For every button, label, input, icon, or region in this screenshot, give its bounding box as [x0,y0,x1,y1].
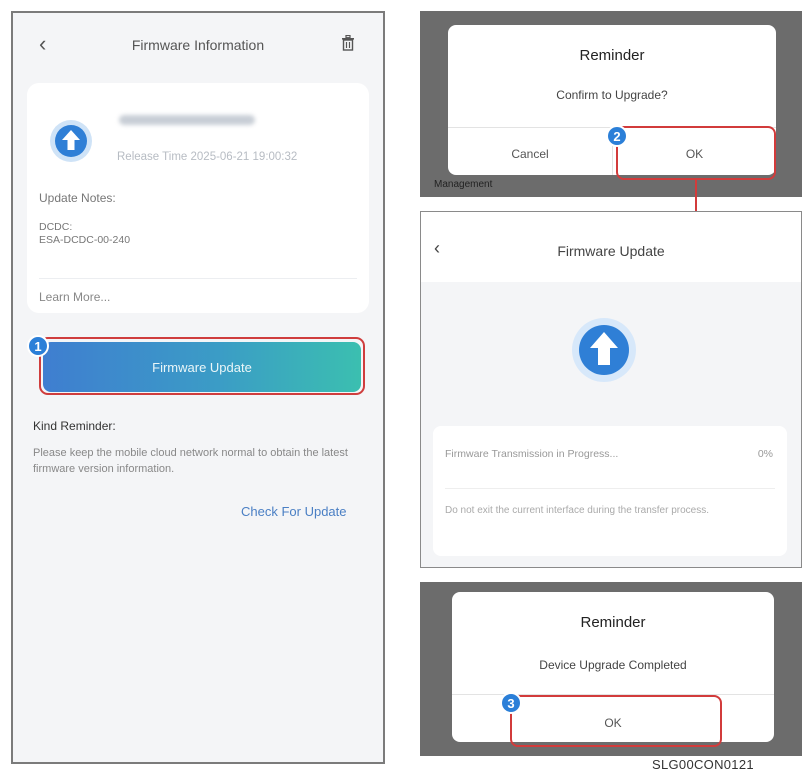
kind-reminder-text: Please keep the mobile cloud network nor… [33,447,348,475]
progress-percent: 0% [757,448,773,460]
firmware-update-screen: ‹ Firmware Update Firmware Transmission … [420,211,802,568]
update-notes-label: Update Notes: [39,191,116,205]
update-notes-text: DCDC: ESA-DCDC-00-240 [39,221,130,247]
transfer-warning-text: Do not exit the current interface during… [445,505,710,516]
divider [445,488,775,489]
highlight-box [616,126,776,180]
release-time: Release Time 2025-06-21 19:00:32 [117,151,298,163]
page-title: Firmware Update [557,243,665,259]
firmware-info-card: Release Time 2025-06-21 19:00:32 Update … [27,83,369,313]
background-text: Management [434,179,493,190]
highlight-box [510,695,722,747]
firmware-upload-icon [572,318,636,382]
step-badge-2: 2 [606,125,628,147]
firmware-upload-icon [50,120,92,162]
page-title: Firmware Information [131,37,265,53]
dialog-title: Reminder [580,614,646,631]
firmware-name-redacted [119,115,255,125]
update-notes-line: DCDC: [39,221,73,233]
figure-id: SLG00CON0121 [652,757,754,772]
learn-more-link[interactable]: Learn More... [39,290,110,304]
firmware-information-screen: ‹ Firmware Information Release Time 2025… [11,11,385,764]
step-badge-1: 1 [27,335,49,357]
cancel-button[interactable]: Cancel [448,147,612,161]
progress-label: Firmware Transmission in Progress... [445,448,619,460]
dialog-message: Device Upgrade Completed [539,658,687,672]
kind-reminder-title: Kind Reminder: [33,419,116,433]
header: ‹ Firmware Information [13,13,383,79]
progress-card: Firmware Transmission in Progress... 0% … [433,426,787,556]
header: ‹ Firmware Update [421,212,801,282]
step-badge-3: 3 [500,692,522,714]
highlight-box [39,337,365,395]
divider [39,278,357,279]
update-notes-line: ESA-DCDC-00-240 [39,234,131,246]
dialog-message: Confirm to Upgrade? [556,88,668,102]
check-for-update-link[interactable]: Check For Update [241,504,347,519]
confirm-upgrade-panel: Management Reminder Confirm to Upgrade? … [420,11,802,197]
upgrade-complete-panel: Reminder Device Upgrade Completed OK 3 [420,582,802,756]
dialog-title: Reminder [579,47,645,64]
trash-icon[interactable] [341,35,355,51]
